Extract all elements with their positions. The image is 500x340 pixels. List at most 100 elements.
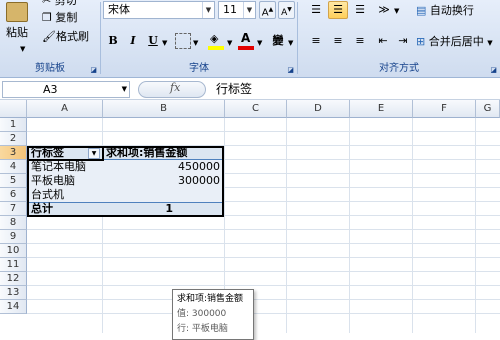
column-header[interactable]: F <box>413 100 476 118</box>
row-header[interactable]: 14 <box>0 300 27 314</box>
format-painter-button[interactable]: 🖌格式刷 <box>42 30 89 44</box>
name-box[interactable]: A3 ▼ <box>2 81 130 98</box>
paint-bucket-icon: ◈ <box>210 32 219 45</box>
pivot-row-labels-header[interactable]: 行标签 <box>29 146 87 160</box>
align-top-button[interactable]: ☰ <box>306 1 326 19</box>
chevron-down-icon[interactable]: ▼ <box>394 4 399 18</box>
row-header[interactable]: 6 <box>0 188 27 202</box>
row-header[interactable]: 2 <box>0 132 27 146</box>
column-header[interactable]: B <box>103 100 225 118</box>
alignment-group-label: 对齐方式 <box>379 63 419 74</box>
align-right-icon: ≡ <box>355 34 365 47</box>
align-left-button[interactable]: ≡ <box>306 32 326 50</box>
row-header[interactable]: 5 <box>0 174 27 188</box>
chevron-down-icon[interactable]: ▼ <box>122 82 127 97</box>
align-middle-button[interactable]: ☰ <box>328 1 348 19</box>
font-name-combo[interactable]: 宋体 ▼ <box>103 1 215 19</box>
phonetic-button[interactable]: 變 <box>269 32 287 50</box>
fill-color-button[interactable]: ◈ <box>207 32 225 50</box>
formula-input[interactable]: 行标签 <box>212 79 500 100</box>
chevron-down-icon[interactable]: ▼ <box>227 36 232 50</box>
align-center-button[interactable]: ≡ <box>328 32 348 50</box>
paste-icon[interactable] <box>6 2 28 22</box>
row-header[interactable]: 4 <box>0 160 27 174</box>
font-size-combo[interactable]: 11 ▼ <box>218 1 256 19</box>
row-header[interactable]: 13 <box>0 286 27 300</box>
cut-button[interactable]: ✂ 剪切 <box>42 0 77 8</box>
row-header[interactable]: 9 <box>0 230 27 244</box>
pivot-row-label[interactable]: 平板电脑 <box>29 174 101 188</box>
worksheet-grid[interactable]: A B C D E F G 1 2 3 4 5 6 7 8 9 10 11 12… <box>0 100 500 340</box>
select-all-corner[interactable] <box>0 100 27 118</box>
gridline <box>349 118 350 333</box>
column-header[interactable]: D <box>287 100 350 118</box>
alignment-launcher-icon[interactable]: ◪ <box>490 66 497 74</box>
align-center-icon: ≡ <box>333 34 343 47</box>
font-size-value: 11 <box>223 3 237 16</box>
pivot-row-value[interactable]: 450000 <box>104 160 222 174</box>
wrap-text-button[interactable]: ▤ 自动换行 <box>416 4 474 18</box>
orientation-icon: ≫ <box>378 3 390 16</box>
filter-dropdown-icon[interactable]: ▼ <box>88 148 100 159</box>
pivot-values-header[interactable]: 求和项:销售金额 <box>104 146 222 160</box>
font-color-button[interactable]: A <box>237 31 255 50</box>
italic-button[interactable]: I <box>125 32 141 50</box>
row-header[interactable]: 10 <box>0 244 27 258</box>
row-header[interactable]: 1 <box>0 118 27 132</box>
chevron-down-icon[interactable]: ▼ <box>162 36 167 50</box>
font-color-icon: A <box>241 31 251 45</box>
pivot-row-label[interactable]: 笔记本电脑 <box>29 160 101 174</box>
chevron-down-icon[interactable]: ▼ <box>288 36 293 50</box>
paste-dropdown-icon[interactable]: ▼ <box>20 42 25 56</box>
align-middle-icon: ☰ <box>333 3 343 16</box>
scissors-icon: ✂ <box>42 0 52 7</box>
chevron-down-icon[interactable]: ▼ <box>243 2 255 18</box>
copy-button[interactable]: ❐ 复制 <box>42 11 77 25</box>
pivot-row-value[interactable] <box>104 188 222 202</box>
row-header[interactable]: 12 <box>0 272 27 286</box>
borders-icon[interactable] <box>175 33 191 49</box>
column-header[interactable]: E <box>350 100 413 118</box>
chevron-down-icon[interactable]: ▼ <box>487 39 492 47</box>
pivot-total-value[interactable]: 1 <box>104 202 175 216</box>
pivot-total-label[interactable]: 总计 <box>29 202 101 216</box>
alignment-group: ☰ ☰ ☰ ≫ ▼ ≡ ≡ ≡ ⇤ ⇥ ▤ 自动换行 ⊞ 合并后居中 ▼ 对齐方… <box>298 0 500 76</box>
column-header[interactable]: G <box>476 100 500 118</box>
copy-icon: ❐ <box>42 11 52 24</box>
align-bottom-button[interactable]: ☰ <box>350 1 370 19</box>
orientation-button[interactable]: ≫ <box>374 1 394 19</box>
increase-indent-icon: ⇥ <box>398 34 408 47</box>
clipboard-launcher-icon[interactable]: ◪ <box>90 66 97 74</box>
gridline <box>475 118 476 333</box>
pivot-row-label[interactable]: 台式机 <box>29 188 101 202</box>
formula-bar: A3 ▼ fx 行标签 <box>0 79 500 100</box>
increase-indent-button[interactable]: ⇥ <box>394 32 412 50</box>
pivot-row-value[interactable]: 300000 <box>104 174 222 188</box>
column-header[interactable]: A <box>27 100 103 118</box>
row-header[interactable]: 11 <box>0 258 27 272</box>
font-launcher-icon[interactable]: ◪ <box>287 66 294 74</box>
chevron-down-icon[interactable]: ▼ <box>193 36 198 50</box>
grow-font-button[interactable]: A▲ <box>259 1 276 19</box>
chevron-down-icon[interactable]: ▼ <box>257 36 262 50</box>
fill-color-swatch <box>208 46 224 50</box>
gridline <box>27 131 500 132</box>
gridline <box>286 118 287 333</box>
gridline <box>27 243 500 244</box>
font-name-value: 宋体 <box>108 3 130 16</box>
row-header[interactable]: 7 <box>0 202 27 216</box>
shrink-font-button[interactable]: A▼ <box>278 1 295 19</box>
row-header[interactable]: 3 <box>0 146 27 160</box>
bold-button[interactable]: B <box>105 32 121 50</box>
underline-button[interactable]: U <box>145 32 161 50</box>
paste-button[interactable]: 粘贴 <box>6 26 28 40</box>
gridline <box>27 285 500 286</box>
align-right-button[interactable]: ≡ <box>350 32 370 50</box>
decrease-indent-button[interactable]: ⇤ <box>374 32 392 50</box>
row-header[interactable]: 8 <box>0 216 27 230</box>
insert-function-button[interactable]: fx <box>170 81 180 94</box>
column-header[interactable]: C <box>225 100 287 118</box>
merge-center-button[interactable]: ⊞ 合并后居中 ▼ <box>416 35 493 50</box>
chevron-down-icon[interactable]: ▼ <box>202 2 214 18</box>
gridline <box>412 118 413 333</box>
